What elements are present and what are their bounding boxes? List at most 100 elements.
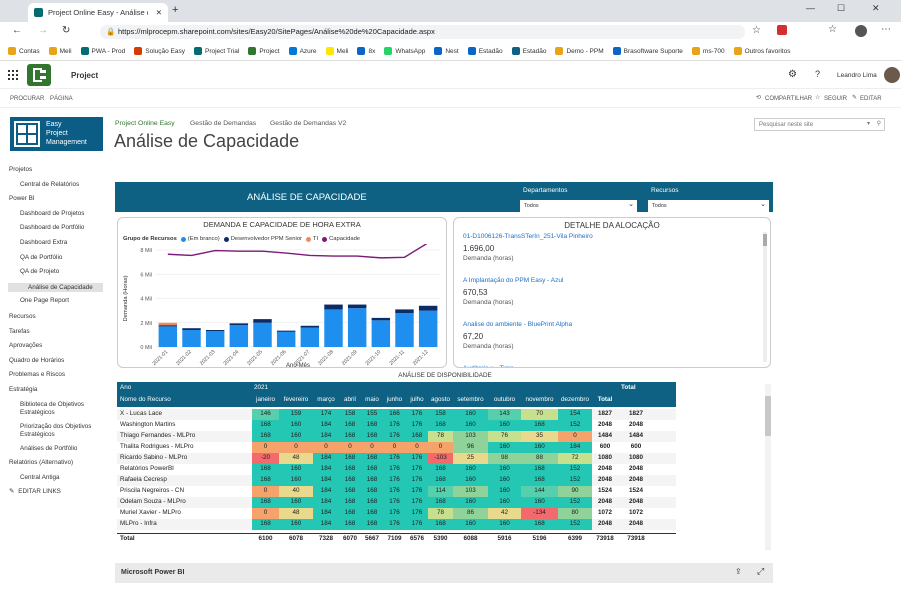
header-month[interactable]: abril — [339, 394, 361, 405]
bar-segment[interactable] — [158, 322, 178, 326]
help-icon[interactable]: ? — [815, 69, 820, 79]
settings-gear-icon[interactable]: ⚙ — [788, 69, 797, 80]
nav-item[interactable]: Recursos — [9, 313, 36, 320]
forward-icon[interactable]: → — [38, 25, 48, 36]
favorite-star-icon[interactable]: ☆ — [752, 25, 761, 36]
bar-segment[interactable] — [276, 330, 296, 332]
topnav-home[interactable]: Project Online Easy — [115, 120, 175, 127]
bar-segment[interactable] — [253, 322, 272, 347]
detail-scrollbar[interactable] — [763, 232, 767, 362]
header-month[interactable]: setembro — [453, 394, 488, 405]
bookmark-item[interactable]: Demo - PPM — [555, 47, 604, 55]
bookmark-item[interactable]: Contas — [8, 47, 40, 55]
nav-item[interactable]: QA de Portfólio — [20, 254, 62, 261]
cmd-seguir[interactable]: SEGUIR — [824, 96, 847, 102]
resource-name[interactable]: Rafaela Cecresp — [120, 475, 250, 486]
bar-segment[interactable] — [205, 331, 225, 347]
nav-item[interactable]: Biblioteca de Objetivos Estratégicos — [20, 401, 105, 417]
header-year[interactable]: 2021 — [254, 382, 268, 393]
header-month[interactable]: novembro — [521, 394, 558, 405]
bar-segment[interactable] — [276, 331, 296, 347]
topnav-demandas-v2[interactable]: Gestão de Demandas V2 — [270, 120, 346, 127]
powerbi-footer-label[interactable]: Microsoft Power BI — [121, 569, 184, 576]
header-month[interactable]: junho — [383, 394, 406, 405]
url-bar[interactable]: 🔒 https://mlprocepm.sharepoint.com/sites… — [100, 25, 745, 39]
bar-segment[interactable] — [205, 330, 225, 332]
edit-links[interactable]: ✎ EDITAR LINKS — [9, 488, 61, 495]
bookmark-item[interactable]: Brasoftware Suporte — [612, 47, 683, 55]
header-month[interactable]: janeiro — [252, 394, 279, 405]
cmd-procurar[interactable]: PROCURAR — [10, 96, 44, 102]
bar-segment[interactable] — [347, 304, 367, 309]
bookmark-item[interactable]: Meli — [48, 47, 72, 55]
browser-tab[interactable]: Project Online Easy - Análise de ✕ — [28, 3, 168, 22]
legend-item[interactable]: (Em branco) — [180, 236, 220, 242]
window-maximize-icon[interactable]: ☐ — [837, 3, 845, 14]
user-name[interactable]: Leandro Lima — [837, 72, 877, 79]
filter-recursos-dropdown[interactable]: Todos ⌄ — [648, 200, 769, 212]
header-month[interactable]: outubro — [488, 394, 521, 405]
close-tab-icon[interactable]: ✕ — [156, 8, 162, 17]
detail-item-name[interactable]: Auditoria x - Tigre — [463, 364, 763, 367]
bookmark-item[interactable]: 8x — [357, 47, 375, 55]
header-month[interactable]: dezembro — [558, 394, 592, 405]
header-month[interactable]: julho — [406, 394, 428, 405]
bookmark-item[interactable]: ms-700 — [691, 47, 725, 55]
bar-segment[interactable] — [182, 328, 201, 331]
bookmark-item[interactable]: Nest — [434, 47, 459, 55]
bookmark-item[interactable]: Azure — [288, 47, 317, 55]
bookmark-item[interactable]: Estadão — [467, 47, 503, 55]
site-logo[interactable]: Easy Project Management — [10, 117, 103, 151]
detail-item-name[interactable]: A Implantação do PPM Easy - Azul — [463, 276, 763, 286]
capacity-line[interactable] — [167, 244, 428, 259]
bar-segment[interactable] — [300, 325, 320, 328]
resource-name[interactable]: Ricardo Sabino - MLPro — [120, 453, 250, 464]
bar-segment[interactable] — [347, 308, 367, 347]
bookmark-item[interactable]: PWA - Prod — [80, 47, 125, 55]
matrix-scrollbar[interactable] — [765, 384, 771, 550]
bar-segment[interactable] — [300, 327, 320, 347]
bookmark-item[interactable]: Estadão — [511, 47, 546, 55]
nav-item[interactable]: Priorização dos Objetivos Estratégicos — [20, 423, 105, 439]
legend-item[interactable]: TI — [305, 236, 318, 242]
cmd-compartilhar[interactable]: COMPARTILHAR — [765, 96, 812, 102]
nav-item[interactable]: Estratégia — [9, 386, 37, 393]
nav-item[interactable]: Análises de Portfólio — [20, 445, 77, 452]
extension-icon[interactable] — [777, 25, 787, 35]
window-minimize-icon[interactable]: — — [806, 3, 815, 13]
nav-item[interactable]: Problemas e Riscos — [9, 371, 65, 378]
detail-item[interactable]: 01-D1006126-TransSTerIn_251-Vila Pinheir… — [463, 232, 763, 276]
nav-item[interactable]: Central Antiga — [20, 474, 60, 481]
header-month[interactable]: Total — [592, 394, 618, 405]
nav-item[interactable]: Análise de Capacidade — [8, 282, 103, 292]
header-month[interactable]: maio — [361, 394, 383, 405]
app-launcher-icon[interactable] — [8, 70, 18, 80]
cmd-pagina[interactable]: PÁGINA — [50, 96, 73, 102]
detail-item[interactable]: A Implantação do PPM Easy - Azul 670,53 De… — [463, 276, 763, 320]
bookmark-item[interactable]: Solução Easy — [134, 47, 185, 55]
user-avatar[interactable] — [884, 67, 900, 83]
bar-segment[interactable] — [158, 325, 178, 327]
bar-segment[interactable] — [418, 305, 438, 311]
bar-segment[interactable] — [418, 310, 438, 347]
menu-icon[interactable]: ⋯ — [881, 24, 891, 35]
back-icon[interactable]: ← — [12, 25, 22, 36]
nav-item[interactable]: Power BI — [9, 195, 35, 202]
resource-name[interactable]: MLPro - Infra — [120, 519, 250, 530]
fullscreen-icon[interactable]: ⤢ — [757, 566, 764, 577]
bar-segment[interactable] — [395, 309, 414, 314]
resource-name[interactable]: Thalita Rodrigues - MLPro — [120, 442, 250, 453]
detail-item-name[interactable]: 01-D1006126-TransSTerIn_251-Vila Pinheir… — [463, 232, 763, 242]
favorites-icon[interactable]: ☆ — [828, 24, 837, 35]
nav-item[interactable]: Central de Relatórios — [20, 181, 79, 188]
detail-item-name[interactable]: Analise do ambiente - BluePrint Alpha — [463, 320, 763, 330]
window-close-icon[interactable]: ✕ — [872, 3, 880, 14]
bar-segment[interactable] — [395, 313, 414, 347]
bar-segment[interactable] — [158, 326, 178, 347]
profile-avatar[interactable] — [855, 25, 867, 37]
refresh-icon[interactable]: ↻ — [62, 25, 70, 36]
detail-item[interactable]: Analise do ambiente - BluePrint Alpha 67,… — [463, 320, 763, 364]
new-tab-icon[interactable]: + — [172, 4, 178, 16]
nav-item[interactable]: One Page Report — [20, 297, 69, 304]
bar-segment[interactable] — [182, 330, 201, 347]
